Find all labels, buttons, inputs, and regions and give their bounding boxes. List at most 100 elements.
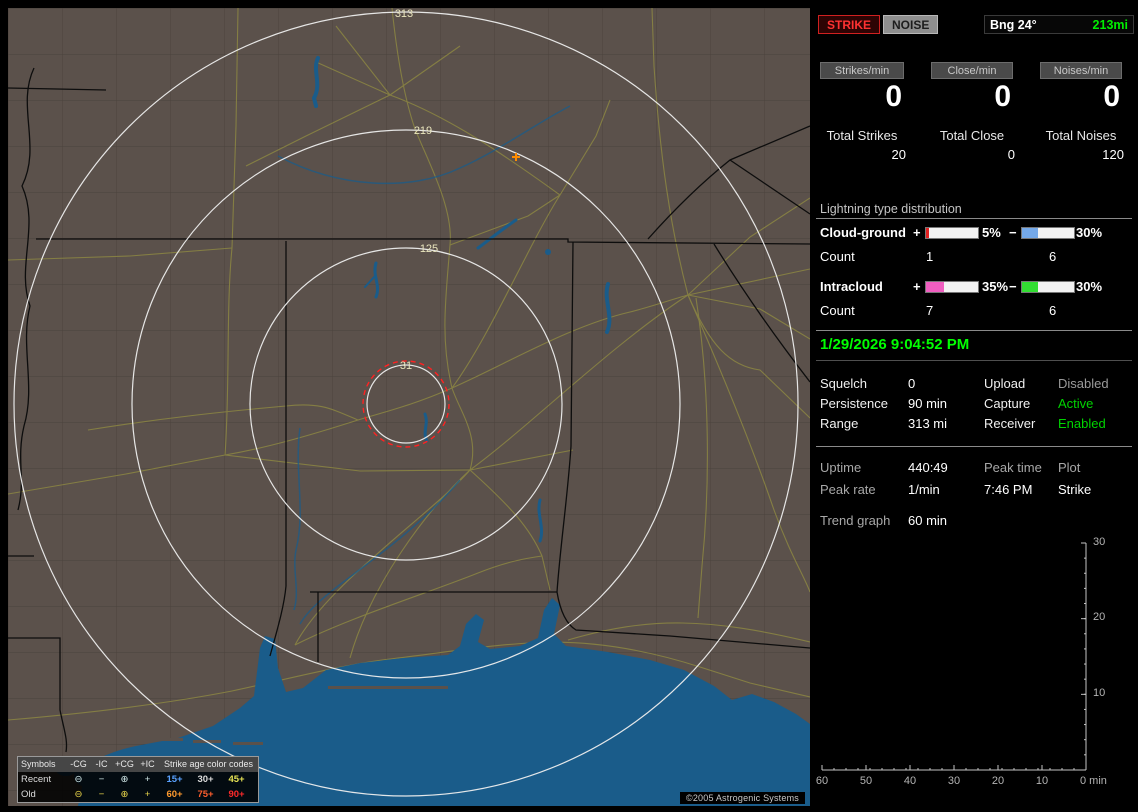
ic-plus-pct: 35%: [982, 279, 1009, 294]
uptime-label: Uptime: [820, 460, 862, 475]
total-close-value: 0: [1007, 147, 1015, 162]
legend-col-pos-cg: +CG: [115, 759, 134, 769]
receiver-label: Receiver: [984, 416, 1036, 431]
ic-count-label: Count: [820, 303, 855, 318]
total-noises-label: Total Noises: [1045, 128, 1117, 143]
legend-header: Symbols -CG -IC +CG +IC Strike age color…: [18, 757, 258, 772]
legend-row-old: Old ⊖ − ⊕ + 60+ 75+ 90+: [18, 787, 258, 802]
y-tick-10: 10: [1093, 687, 1106, 699]
total-close-label: Total Close: [939, 128, 1005, 143]
divider: [816, 360, 1132, 361]
legend-row-label: Recent: [21, 774, 52, 785]
age-75: 75+: [197, 789, 214, 800]
noise-mode-button[interactable]: NOISE: [883, 15, 939, 34]
noises-column: Noises/min 0 Total Noises 120: [1040, 62, 1124, 170]
intracloud-label: Intracloud: [820, 279, 883, 294]
x-tick-30: 30: [947, 775, 961, 787]
range-label-31: 31: [400, 360, 412, 372]
legend-row-label: Old: [21, 789, 36, 800]
neg-cg-old-icon: ⊖: [74, 789, 83, 800]
plus-sign: +: [913, 279, 921, 294]
pos-cg-old-icon: ⊕: [120, 789, 129, 800]
peak-rate-label: Peak rate: [820, 482, 876, 497]
minus-sign: −: [1009, 225, 1017, 240]
cg-plus-bar: [925, 227, 979, 239]
plot-value: Strike: [1058, 482, 1092, 497]
neg-ic-recent-icon: −: [98, 774, 105, 785]
cg-plus-count: 1: [926, 249, 934, 264]
cg-minus-bar: [1021, 227, 1075, 239]
neg-cg-recent-icon: ⊖: [74, 774, 83, 785]
age-30: 30+: [197, 774, 214, 785]
trend-graph: [821, 542, 1087, 771]
peak-time-label: Peak time: [984, 460, 1042, 475]
pos-cg-recent-icon: ⊕: [120, 774, 129, 785]
divider: [816, 446, 1132, 447]
uptime-value: 440:49: [908, 460, 948, 475]
cg-plus-pct: 5%: [982, 225, 1001, 240]
divider: [816, 330, 1132, 331]
squelch-value: 0: [908, 376, 916, 391]
strikes-per-min-button[interactable]: Strikes/min: [820, 62, 904, 79]
total-noises-value: 120: [1102, 147, 1124, 162]
legend-symbols-header: Symbols: [21, 759, 56, 769]
noises-per-min-value: 0: [1103, 80, 1120, 113]
x-tick-40: 40: [903, 775, 917, 787]
noises-per-min-button[interactable]: Noises/min: [1040, 62, 1122, 79]
x-tick-0-min: 0 min: [1080, 775, 1107, 787]
close-per-min-button[interactable]: Close/min: [931, 62, 1013, 79]
receiver-status: Enabled: [1058, 416, 1106, 431]
range-label: Range: [820, 416, 859, 431]
strikes-per-min-value: 0: [885, 80, 902, 113]
legend-col-pos-ic: +IC: [140, 759, 155, 769]
trend-graph-label: Trend graph: [820, 513, 891, 528]
divider: [816, 218, 1132, 219]
ic-plus-count: 7: [926, 303, 934, 318]
bearing-label: Bng 24°: [990, 17, 1037, 32]
strikes-column: Strikes/min 0 Total Strikes 20: [820, 62, 906, 170]
x-tick-50: 50: [859, 775, 873, 787]
age-15: 15+: [166, 774, 183, 785]
neg-ic-old-icon: −: [98, 789, 105, 800]
bearing-range: 213mi: [1092, 17, 1128, 32]
upload-label: Upload: [984, 376, 1026, 391]
capture-status: Active: [1058, 396, 1094, 411]
distribution-title: Lightning type distribution: [820, 202, 962, 216]
x-tick-60: 60: [815, 775, 829, 787]
ic-minus-count: 6: [1049, 303, 1057, 318]
plus-sign: +: [913, 225, 921, 240]
close-column: Close/min 0 Total Close 0: [931, 62, 1015, 170]
control-panel: STRIKE NOISE Bng 24° 213mi Strikes/min 0…: [812, 0, 1138, 812]
total-strikes-value: 20: [891, 147, 906, 162]
strike-mode-button[interactable]: STRIKE: [818, 15, 881, 34]
x-tick-20: 20: [991, 775, 1005, 787]
pos-ic-old-icon: +: [144, 789, 151, 800]
copyright-text: ©2005 Astrogenic Systems: [680, 792, 805, 804]
x-tick-10: 10: [1035, 775, 1049, 787]
ic-minus-bar: [1021, 281, 1075, 293]
upload-status: Disabled: [1058, 376, 1109, 391]
pos-ic-recent-icon: +: [144, 774, 151, 785]
plot-label: Plot: [1058, 460, 1081, 475]
cg-minus-count: 6: [1049, 249, 1057, 264]
squelch-label: Squelch: [820, 376, 867, 391]
minus-sign: −: [1009, 279, 1017, 294]
age-45: 45+: [228, 774, 245, 785]
lightning-map[interactable]: 313 219 125 31 Symbols -CG -IC +CG +IC S…: [8, 8, 810, 806]
ic-minus-pct: 30%: [1076, 279, 1103, 294]
bearing-bar: Bng 24° 213mi: [984, 15, 1134, 34]
range-label-313: 313: [395, 8, 413, 20]
close-per-min-value: 0: [994, 80, 1011, 113]
trend-graph-value: 60 min: [908, 513, 948, 528]
ic-plus-bar: [925, 281, 979, 293]
range-value: 313 mi: [908, 416, 948, 431]
legend-col-neg-ic: -IC: [95, 759, 108, 769]
capture-label: Capture: [984, 396, 1031, 411]
age-90: 90+: [228, 789, 245, 800]
peak-rate-value: 1/min: [908, 482, 940, 497]
cg-minus-pct: 30%: [1076, 225, 1103, 240]
persistence-label: Persistence: [820, 396, 888, 411]
cg-count-label: Count: [820, 249, 855, 264]
total-strikes-label: Total Strikes: [826, 128, 898, 143]
map-legend: Symbols -CG -IC +CG +IC Strike age color…: [17, 756, 259, 803]
